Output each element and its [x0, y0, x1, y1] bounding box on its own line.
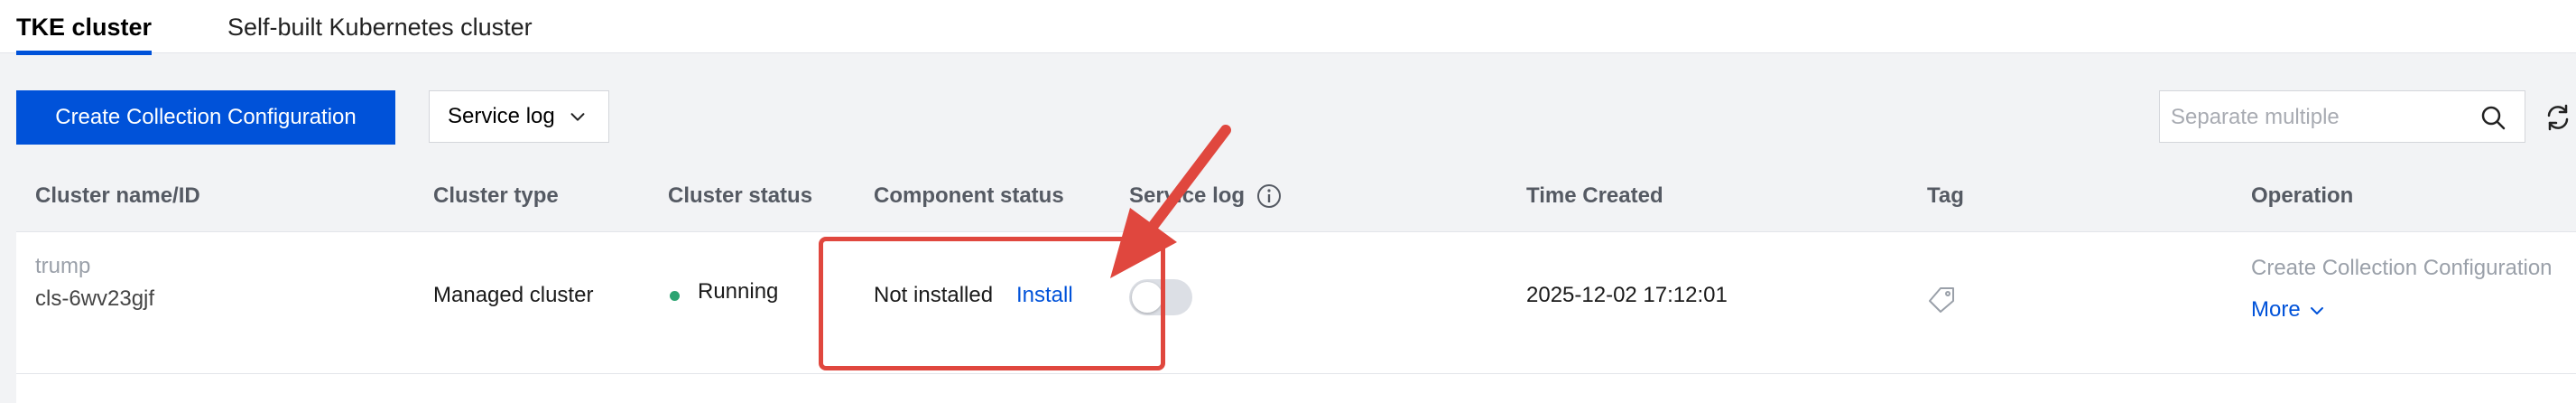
column-header-cluster-status: Cluster status [668, 183, 813, 208]
column-header-cluster-type: Cluster type [433, 183, 559, 208]
status-dot [670, 291, 680, 301]
cluster-type: Managed cluster [433, 283, 594, 307]
search-input[interactable] [2160, 91, 2479, 144]
tab-tke-cluster[interactable]: TKE cluster [16, 11, 153, 55]
column-header-component-status: Component status [874, 183, 1064, 208]
column-header-operation: Operation [2251, 183, 2354, 208]
column-header-cluster-name: Cluster name/ID [35, 183, 200, 208]
tab-bar: TKE cluster Self-built Kubernetes cluste… [0, 0, 2576, 55]
search-box [2159, 90, 2525, 144]
log-type-select-value: Service log [448, 104, 555, 128]
more-dropdown[interactable]: More [2251, 297, 2326, 323]
cluster-table: Cluster name/ID Cluster type Cluster sta… [16, 161, 2576, 403]
cluster-status: Running [698, 279, 779, 304]
time-created: 2025-12-02 17:12:01 [1526, 283, 1728, 307]
chevron-down-icon [2310, 306, 2323, 314]
more-label: More [2251, 297, 2301, 322]
cluster-name: trump [35, 254, 91, 278]
cluster-id: cls-6wv23gjf [35, 286, 155, 311]
search-icon[interactable] [2479, 104, 2507, 131]
arrow-annotation [1110, 125, 1231, 278]
info-icon[interactable] [1256, 183, 1282, 209]
table-row: trump cls-6wv23gjf Managed cluster Runni… [16, 232, 2576, 374]
create-collection-configuration-button[interactable]: Create Collection Configuration [16, 90, 395, 145]
tab-self-built-kubernetes-cluster[interactable]: Self-built Kubernetes cluster [227, 11, 533, 43]
refresh-icon[interactable] [2544, 103, 2572, 132]
column-header-tag: Tag [1927, 183, 1964, 208]
chevron-down-icon [570, 113, 585, 121]
column-header-time-created: Time Created [1526, 183, 1663, 208]
tag-icon[interactable] [1928, 285, 1957, 314]
log-type-select[interactable]: Service log [429, 90, 609, 143]
table-header: Cluster name/ID Cluster type Cluster sta… [16, 161, 2576, 232]
operation-create-collection-configuration[interactable]: Create Collection Configuration [2251, 256, 2553, 281]
